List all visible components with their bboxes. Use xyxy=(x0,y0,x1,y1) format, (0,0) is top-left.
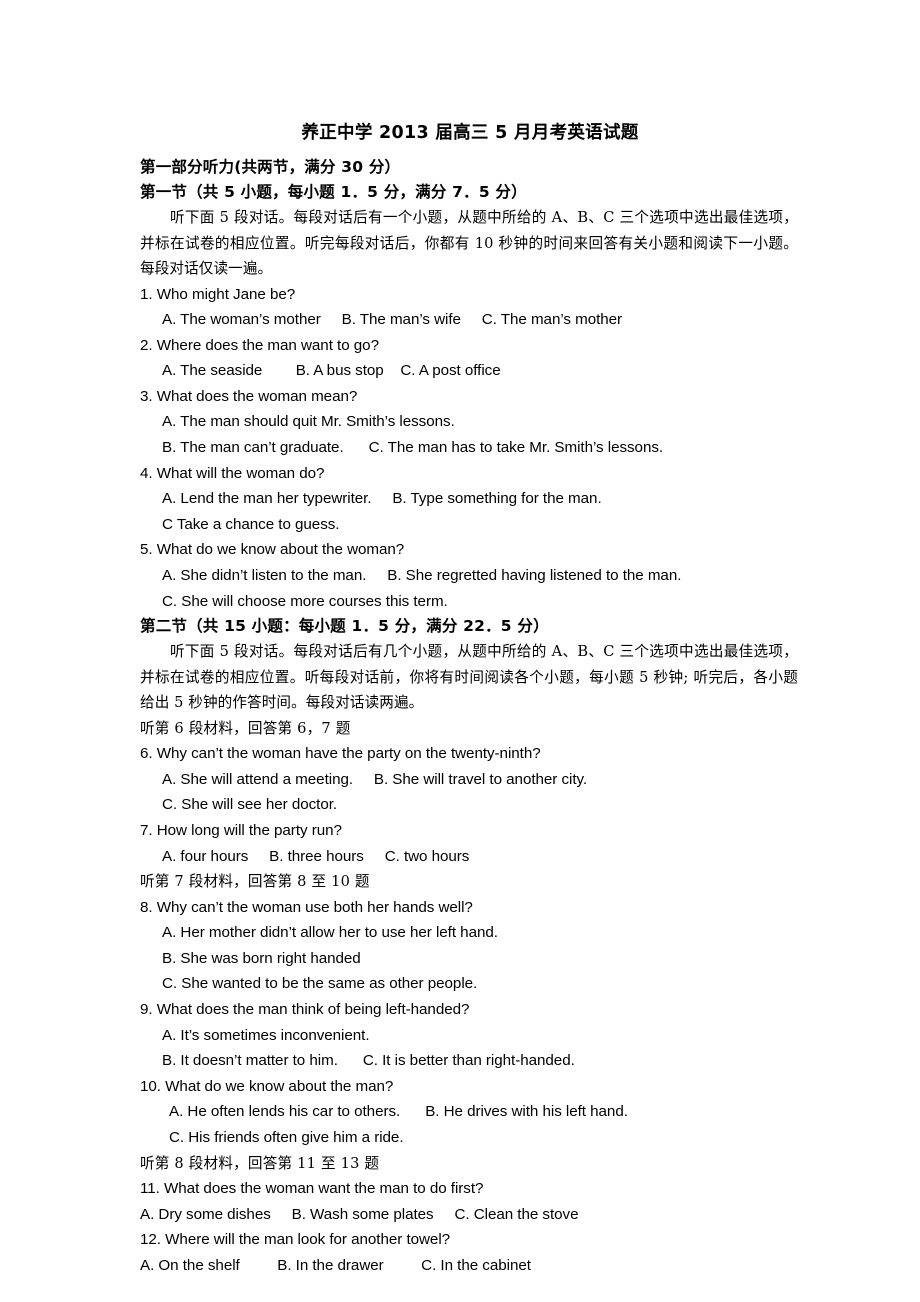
question-options-line: A. The seaside B. A bus stop C. A post o… xyxy=(162,362,501,380)
question-options-line: C. His friends often give him a ride. xyxy=(169,1129,404,1147)
question-options-line: A. The man should quit Mr. Smith’s lesso… xyxy=(162,413,455,431)
question-item: 7. How long will the party run? A. four … xyxy=(140,818,800,869)
question-stem: 12. Where will the man look for another … xyxy=(140,1231,451,1249)
section-two-heading: 第二节（共 15 小题：每小题 1．5 分，满分 22．5 分） xyxy=(140,617,549,636)
question-options-line: A. She didn’t listen to the man. B. She … xyxy=(162,567,682,585)
question-stem: 1. Who might Jane be? xyxy=(140,285,296,303)
question-item: 10. What do we know about the man? A. He… xyxy=(140,1074,800,1151)
question-options-line: C. She will choose more courses this ter… xyxy=(162,592,448,610)
part-one-heading: 第一部分听力(共两节，满分 30 分） xyxy=(140,158,401,176)
page-title: 养正中学 2013 届高三 5 月月考英语试题 xyxy=(301,123,639,143)
section-one-instruction: 听下面 5 段对话。每段对话后有一个小题，从题中所给的 A、B、C 三个选项中选… xyxy=(140,209,798,277)
question-stem: 4. What will the woman do? xyxy=(140,464,325,482)
question-options-line: B. She was born right handed xyxy=(162,949,361,967)
question-options-line: A. four hours B. three hours C. two hour… xyxy=(162,847,470,865)
question-options-line: A. Her mother didn’t allow her to use he… xyxy=(162,924,498,942)
question-options-line: B. It doesn’t matter to him. C. It is be… xyxy=(162,1052,575,1070)
question-options-line: A. Dry some dishes B. Wash some plates C… xyxy=(140,1205,579,1223)
question-stem: 10. What do we know about the man? xyxy=(140,1077,394,1095)
question-options-line: C. She wanted to be the same as other pe… xyxy=(162,975,478,993)
question-item: 8. Why can’t the woman use both her hand… xyxy=(140,895,800,997)
document-body: 养正中学 2013 届高三 5 月月考英语试题 第一部分听力(共两节，满分 30… xyxy=(140,118,800,1279)
question-stem: 7. How long will the party run? xyxy=(140,822,342,839)
material-cue-6-7: 听第 6 段材料，回答第 6，7 题 xyxy=(140,719,351,737)
question-options-line: A. On the shelf B. In the drawer C. In t… xyxy=(140,1256,531,1274)
question-options-line: A. She will attend a meeting. B. She wil… xyxy=(162,770,588,788)
question-stem: 9. What does the man think of being left… xyxy=(140,1001,470,1019)
question-stem: 8. Why can’t the woman use both her hand… xyxy=(140,898,473,916)
question-item: 9. What does the man think of being left… xyxy=(140,997,800,1074)
question-options-line: C Take a chance to guess. xyxy=(162,515,340,533)
document-page: 养正中学 2013 届高三 5 月月考英语试题 第一部分听力(共两节，满分 30… xyxy=(0,0,920,1302)
question-item: 1. Who might Jane be? A. The woman’s mot… xyxy=(140,282,800,333)
question-options-line: A. It’s sometimes inconvenient. xyxy=(162,1026,370,1044)
question-item: 6. Why can’t the woman have the party on… xyxy=(140,741,800,818)
question-stem: 3. What does the woman mean? xyxy=(140,387,358,405)
question-item: 2. Where does the man want to go? A. The… xyxy=(140,333,800,384)
question-stem: 6. Why can’t the woman have the party on… xyxy=(140,745,541,763)
question-item: 5. What do we know about the woman? A. S… xyxy=(140,537,800,614)
question-options-line: A. The woman’s mother B. The man’s wife … xyxy=(162,311,623,329)
question-options-line: C. She will see her doctor. xyxy=(162,796,338,814)
question-item: 4. What will the woman do? A. Lend the m… xyxy=(140,461,800,538)
question-options-line: A. He often lends his car to others. B. … xyxy=(169,1103,628,1121)
material-cue-8-10: 听第 7 段材料，回答第 8 至 10 题 xyxy=(140,873,370,891)
question-item: 3. What does the woman mean? A. The man … xyxy=(140,384,800,461)
question-options-line: A. Lend the man her typewriter. B. Type … xyxy=(162,490,602,508)
section-two-instruction: 听下面 5 段对话。每段对话后有几个小题，从题中所给的 A、B、C 三个选项中选… xyxy=(140,643,798,712)
question-item: 11. What does the woman want the man to … xyxy=(140,1176,800,1227)
question-stem: 2. Where does the man want to go? xyxy=(140,336,379,354)
question-item: 12. Where will the man look for another … xyxy=(140,1227,800,1278)
question-stem: 5. What do we know about the woman? xyxy=(140,541,405,559)
material-cue-11-13: 听第 8 段材料，回答第 11 至 13 题 xyxy=(140,1154,380,1172)
question-options-line: B. The man can’t graduate. C. The man ha… xyxy=(162,439,664,457)
section-one-heading: 第一节（共 5 小题，每小题 1．5 分，满分 7．5 分） xyxy=(140,183,527,201)
question-stem: 11. What does the woman want the man to … xyxy=(140,1180,484,1198)
